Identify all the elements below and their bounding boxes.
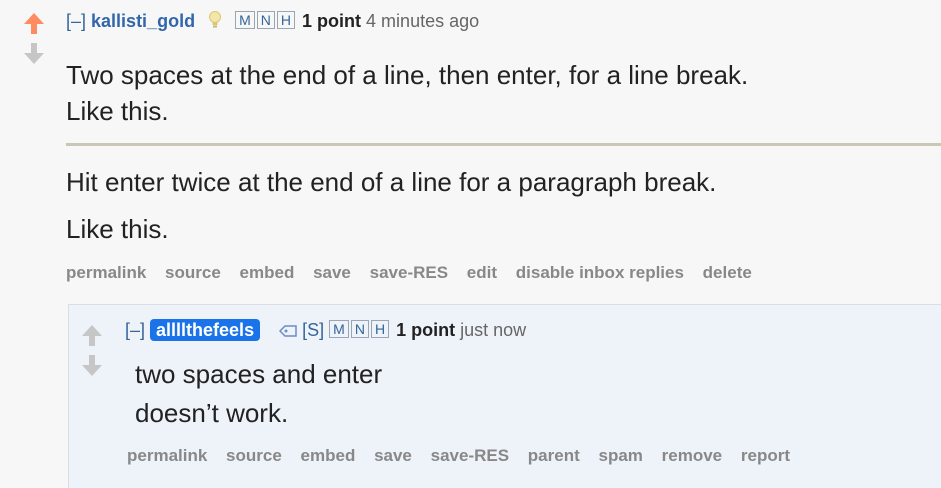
downvote-arrow-icon[interactable] [24, 43, 44, 64]
score: 1 point [396, 320, 456, 340]
tag-box-h[interactable]: H [370, 320, 390, 338]
report-button[interactable]: report [741, 446, 790, 465]
tag-box-m[interactable]: M [329, 320, 349, 338]
tag-box-n[interactable]: N [350, 320, 369, 338]
source-button[interactable]: source [226, 446, 282, 465]
spam-button[interactable]: spam [599, 446, 643, 465]
permalink-button[interactable]: permalink [127, 446, 207, 465]
embed-button[interactable]: embed [301, 446, 356, 465]
lightbulb-icon[interactable] [208, 11, 222, 29]
save-button[interactable]: save [313, 263, 351, 282]
child-action-buttons: permalink source embed save save-RES par… [127, 446, 804, 466]
tag-box-n[interactable]: N [256, 11, 275, 29]
child-body-line2: doesn’t work. [135, 398, 289, 428]
score: 1 point [302, 11, 362, 31]
permalink-button[interactable]: permalink [66, 263, 146, 282]
collapse-toggle[interactable]: [–] [66, 11, 86, 31]
disable-inbox-replies-button[interactable]: disable inbox replies [516, 263, 684, 282]
tag-icon[interactable] [279, 325, 297, 337]
horizontal-rule [66, 143, 941, 146]
parent-body-line1: Two spaces at the end of a line, then en… [66, 60, 749, 90]
save-res-button[interactable]: save-RES [431, 446, 509, 465]
upvote-arrow-icon[interactable] [82, 325, 102, 346]
author-link[interactable]: kallisti_gold [91, 11, 195, 31]
child-comment: [–] allllthefeels [S] MNH 1 point just n… [68, 304, 941, 488]
save-button[interactable]: save [374, 446, 412, 465]
embed-button[interactable]: embed [240, 263, 295, 282]
submitter-tag[interactable]: [S] [302, 320, 324, 340]
delete-button[interactable]: delete [703, 263, 752, 282]
parent-body-line2: Like this. [66, 96, 169, 126]
parent-action-buttons: permalink source embed save save-RES edi… [66, 263, 766, 283]
collapse-toggle[interactable]: [–] [125, 320, 145, 340]
parent-body-line3: Hit enter twice at the end of a line for… [66, 167, 717, 197]
timestamp: just now [460, 320, 527, 340]
timestamp: 4 minutes ago [366, 11, 480, 31]
edit-button[interactable]: edit [467, 263, 497, 282]
parent-vote [24, 13, 54, 64]
tag-box-h[interactable]: H [276, 11, 296, 29]
parent-body-line4: Like this. [66, 214, 169, 244]
parent-button[interactable]: parent [528, 446, 580, 465]
downvote-arrow-icon[interactable] [82, 355, 102, 376]
upvote-arrow-icon[interactable] [24, 13, 44, 34]
child-body-line1: two spaces and enter [135, 359, 383, 389]
parent-tagline: [–] kallisti_gold MNH 1 point 4 minutes … [66, 11, 479, 32]
source-button[interactable]: source [165, 263, 221, 282]
author-link[interactable]: allllthefeels [150, 319, 261, 341]
child-tagline: [–] allllthefeels [S] MNH 1 point just n… [125, 319, 527, 341]
tag-box-m[interactable]: M [235, 11, 255, 29]
save-res-button[interactable]: save-RES [370, 263, 448, 282]
remove-button[interactable]: remove [662, 446, 722, 465]
child-vote [82, 325, 112, 376]
